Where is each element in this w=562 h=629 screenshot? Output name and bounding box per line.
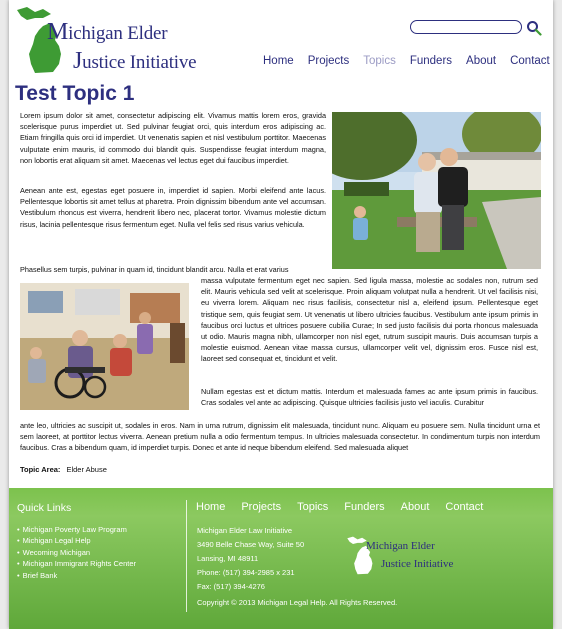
quick-link[interactable]: Michigan Poverty Law Program	[17, 524, 136, 535]
footer-nav: Home Projects Topics Funders About Conta…	[196, 501, 483, 513]
body-paragraph: Nullam egestas est et dictum mattis. Int…	[201, 387, 538, 408]
address-fax: Fax: (517) 394-4276	[197, 582, 265, 591]
footer-address: Michigan Elder Law Initiative 3490 Belle…	[197, 524, 304, 594]
footer-nav-about[interactable]: About	[401, 501, 430, 513]
topic-area-value[interactable]: Elder Abuse	[66, 465, 106, 474]
footer-nav-funders[interactable]: Funders	[344, 501, 384, 513]
footer-nav-projects[interactable]: Projects	[241, 501, 281, 513]
quick-link[interactable]: Michigan Immigrant Rights Center	[17, 558, 136, 569]
footer-logo-line2: Justice Initiative	[381, 558, 454, 570]
footer-logo: Michigan Elder Justice Initiative	[345, 531, 475, 581]
footer-nav-home[interactable]: Home	[196, 501, 225, 513]
nav-projects[interactable]: Projects	[308, 55, 350, 67]
quick-links-list: Michigan Poverty Law Program Michigan Le…	[17, 524, 136, 581]
quick-links-title: Quick Links	[17, 502, 72, 514]
nav-funders[interactable]: Funders	[410, 55, 452, 67]
topic-area-label: Topic Area:	[20, 465, 61, 474]
page: Michigan Elder Justice Initiative Home P…	[9, 0, 553, 629]
quick-link[interactable]: Brief Bank	[17, 570, 136, 581]
address-city: Lansing, MI 48911	[197, 554, 259, 563]
search-icon[interactable]	[526, 20, 542, 36]
body-paragraph: Lorem ipsum dolor sit amet, consectetur …	[20, 111, 326, 165]
site-logo[interactable]: Michigan Elder Justice Initiative	[13, 6, 213, 76]
body-paragraph: ante leo, ultricies ac suscipit ut, soda…	[20, 421, 540, 453]
nav-contact[interactable]: Contact	[510, 55, 550, 67]
nav-home[interactable]: Home	[263, 55, 294, 67]
nav-topics[interactable]: Topics	[363, 55, 396, 67]
address-street: 3490 Belle Chase Way, Suite 50	[197, 540, 305, 549]
footer-divider	[186, 500, 187, 612]
footer-logo-line1: Michigan Elder	[366, 540, 435, 552]
page-title: Test Topic 1	[15, 82, 135, 105]
body-paragraph: Aenean ante est, egestas eget posuere in…	[20, 186, 326, 229]
address-phone: Phone: (517) 394-2985 x 231	[197, 568, 295, 577]
footer-nav-contact[interactable]: Contact	[445, 501, 483, 513]
logo-text-line1: Michigan Elder	[47, 19, 168, 45]
quick-link[interactable]: Michigan Legal Help	[17, 535, 136, 546]
photo-family-outdoors	[332, 112, 541, 269]
main-nav: Home Projects Topics Funders About Conta…	[263, 55, 550, 67]
photo-nursing-home	[20, 283, 189, 410]
footer-nav-topics[interactable]: Topics	[297, 501, 328, 513]
address-org: Michigan Elder Law Initiative	[197, 526, 293, 535]
body-paragraph: massa vulputate fermentum eget nec sapie…	[201, 276, 538, 364]
topic-area: Topic Area: Elder Abuse	[20, 465, 107, 474]
michigan-map-icon	[347, 536, 373, 575]
quick-link[interactable]: Wecoming Michigan	[17, 547, 136, 558]
nav-about[interactable]: About	[466, 55, 496, 67]
logo-text-line2: Justice Initiative	[73, 48, 197, 74]
body-paragraph: Phasellus sem turpis, pulvinar in quam i…	[20, 265, 289, 274]
copyright: Copyright © 2013 Michigan Legal Help. Al…	[197, 598, 398, 607]
search-input[interactable]	[410, 20, 522, 34]
footer: Quick Links Michigan Poverty Law Program…	[9, 488, 553, 629]
